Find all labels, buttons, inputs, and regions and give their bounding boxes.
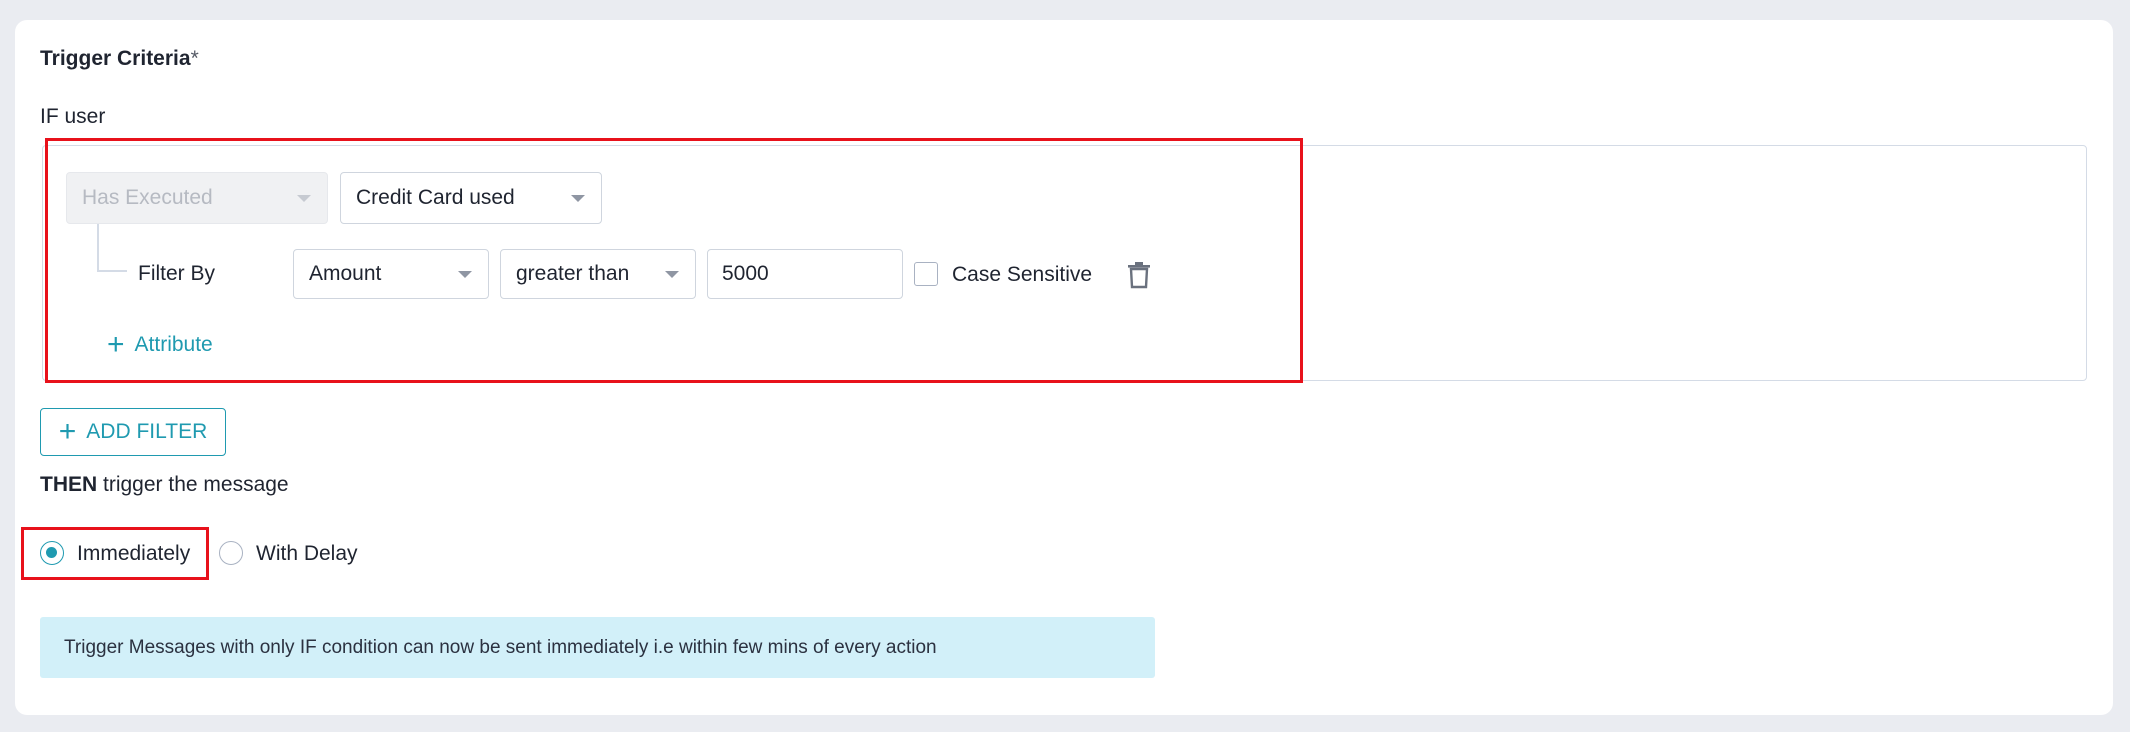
trash-icon[interactable] bbox=[1126, 261, 1152, 289]
section-title: Trigger Criteria* bbox=[40, 47, 199, 70]
with-delay-radio[interactable] bbox=[219, 541, 243, 565]
immediately-radio[interactable] bbox=[40, 541, 64, 565]
info-banner: Trigger Messages with only IF condition … bbox=[40, 617, 1155, 678]
info-banner-text: Trigger Messages with only IF condition … bbox=[64, 636, 937, 658]
add-attribute-button[interactable]: + Attribute bbox=[107, 328, 213, 361]
chevron-down-icon bbox=[458, 271, 472, 278]
condition-select: Has Executed bbox=[66, 172, 328, 224]
immediately-label: Immediately bbox=[77, 542, 191, 565]
condition-select-value: Has Executed bbox=[82, 186, 213, 209]
operator-select[interactable]: greater than bbox=[500, 249, 696, 299]
tree-connector bbox=[97, 224, 99, 270]
filter-value-input[interactable] bbox=[707, 249, 903, 299]
chevron-down-icon bbox=[571, 195, 585, 202]
chevron-down-icon bbox=[297, 195, 311, 202]
plus-icon: + bbox=[58, 415, 77, 448]
attribute-select-value: Amount bbox=[309, 262, 382, 285]
attribute-select[interactable]: Amount bbox=[293, 249, 489, 299]
case-sensitive-label: Case Sensitive bbox=[952, 263, 1093, 286]
event-select[interactable]: Credit Card used bbox=[340, 172, 602, 224]
event-select-value: Credit Card used bbox=[356, 186, 515, 209]
plus-icon: + bbox=[107, 328, 125, 361]
then-label: THEN trigger the message bbox=[40, 473, 289, 496]
add-filter-label: ADD FILTER bbox=[86, 420, 208, 443]
if-user-label: IF user bbox=[40, 105, 106, 128]
filter-by-label: Filter By bbox=[138, 262, 216, 285]
chevron-down-icon bbox=[665, 271, 679, 278]
operator-select-value: greater than bbox=[516, 262, 630, 285]
with-delay-label: With Delay bbox=[256, 542, 358, 565]
case-sensitive-checkbox[interactable] bbox=[914, 262, 938, 286]
tree-connector bbox=[97, 270, 127, 272]
required-mark: * bbox=[190, 47, 199, 70]
add-filter-button[interactable]: + ADD FILTER bbox=[40, 408, 226, 456]
add-attribute-label: Attribute bbox=[134, 333, 213, 356]
